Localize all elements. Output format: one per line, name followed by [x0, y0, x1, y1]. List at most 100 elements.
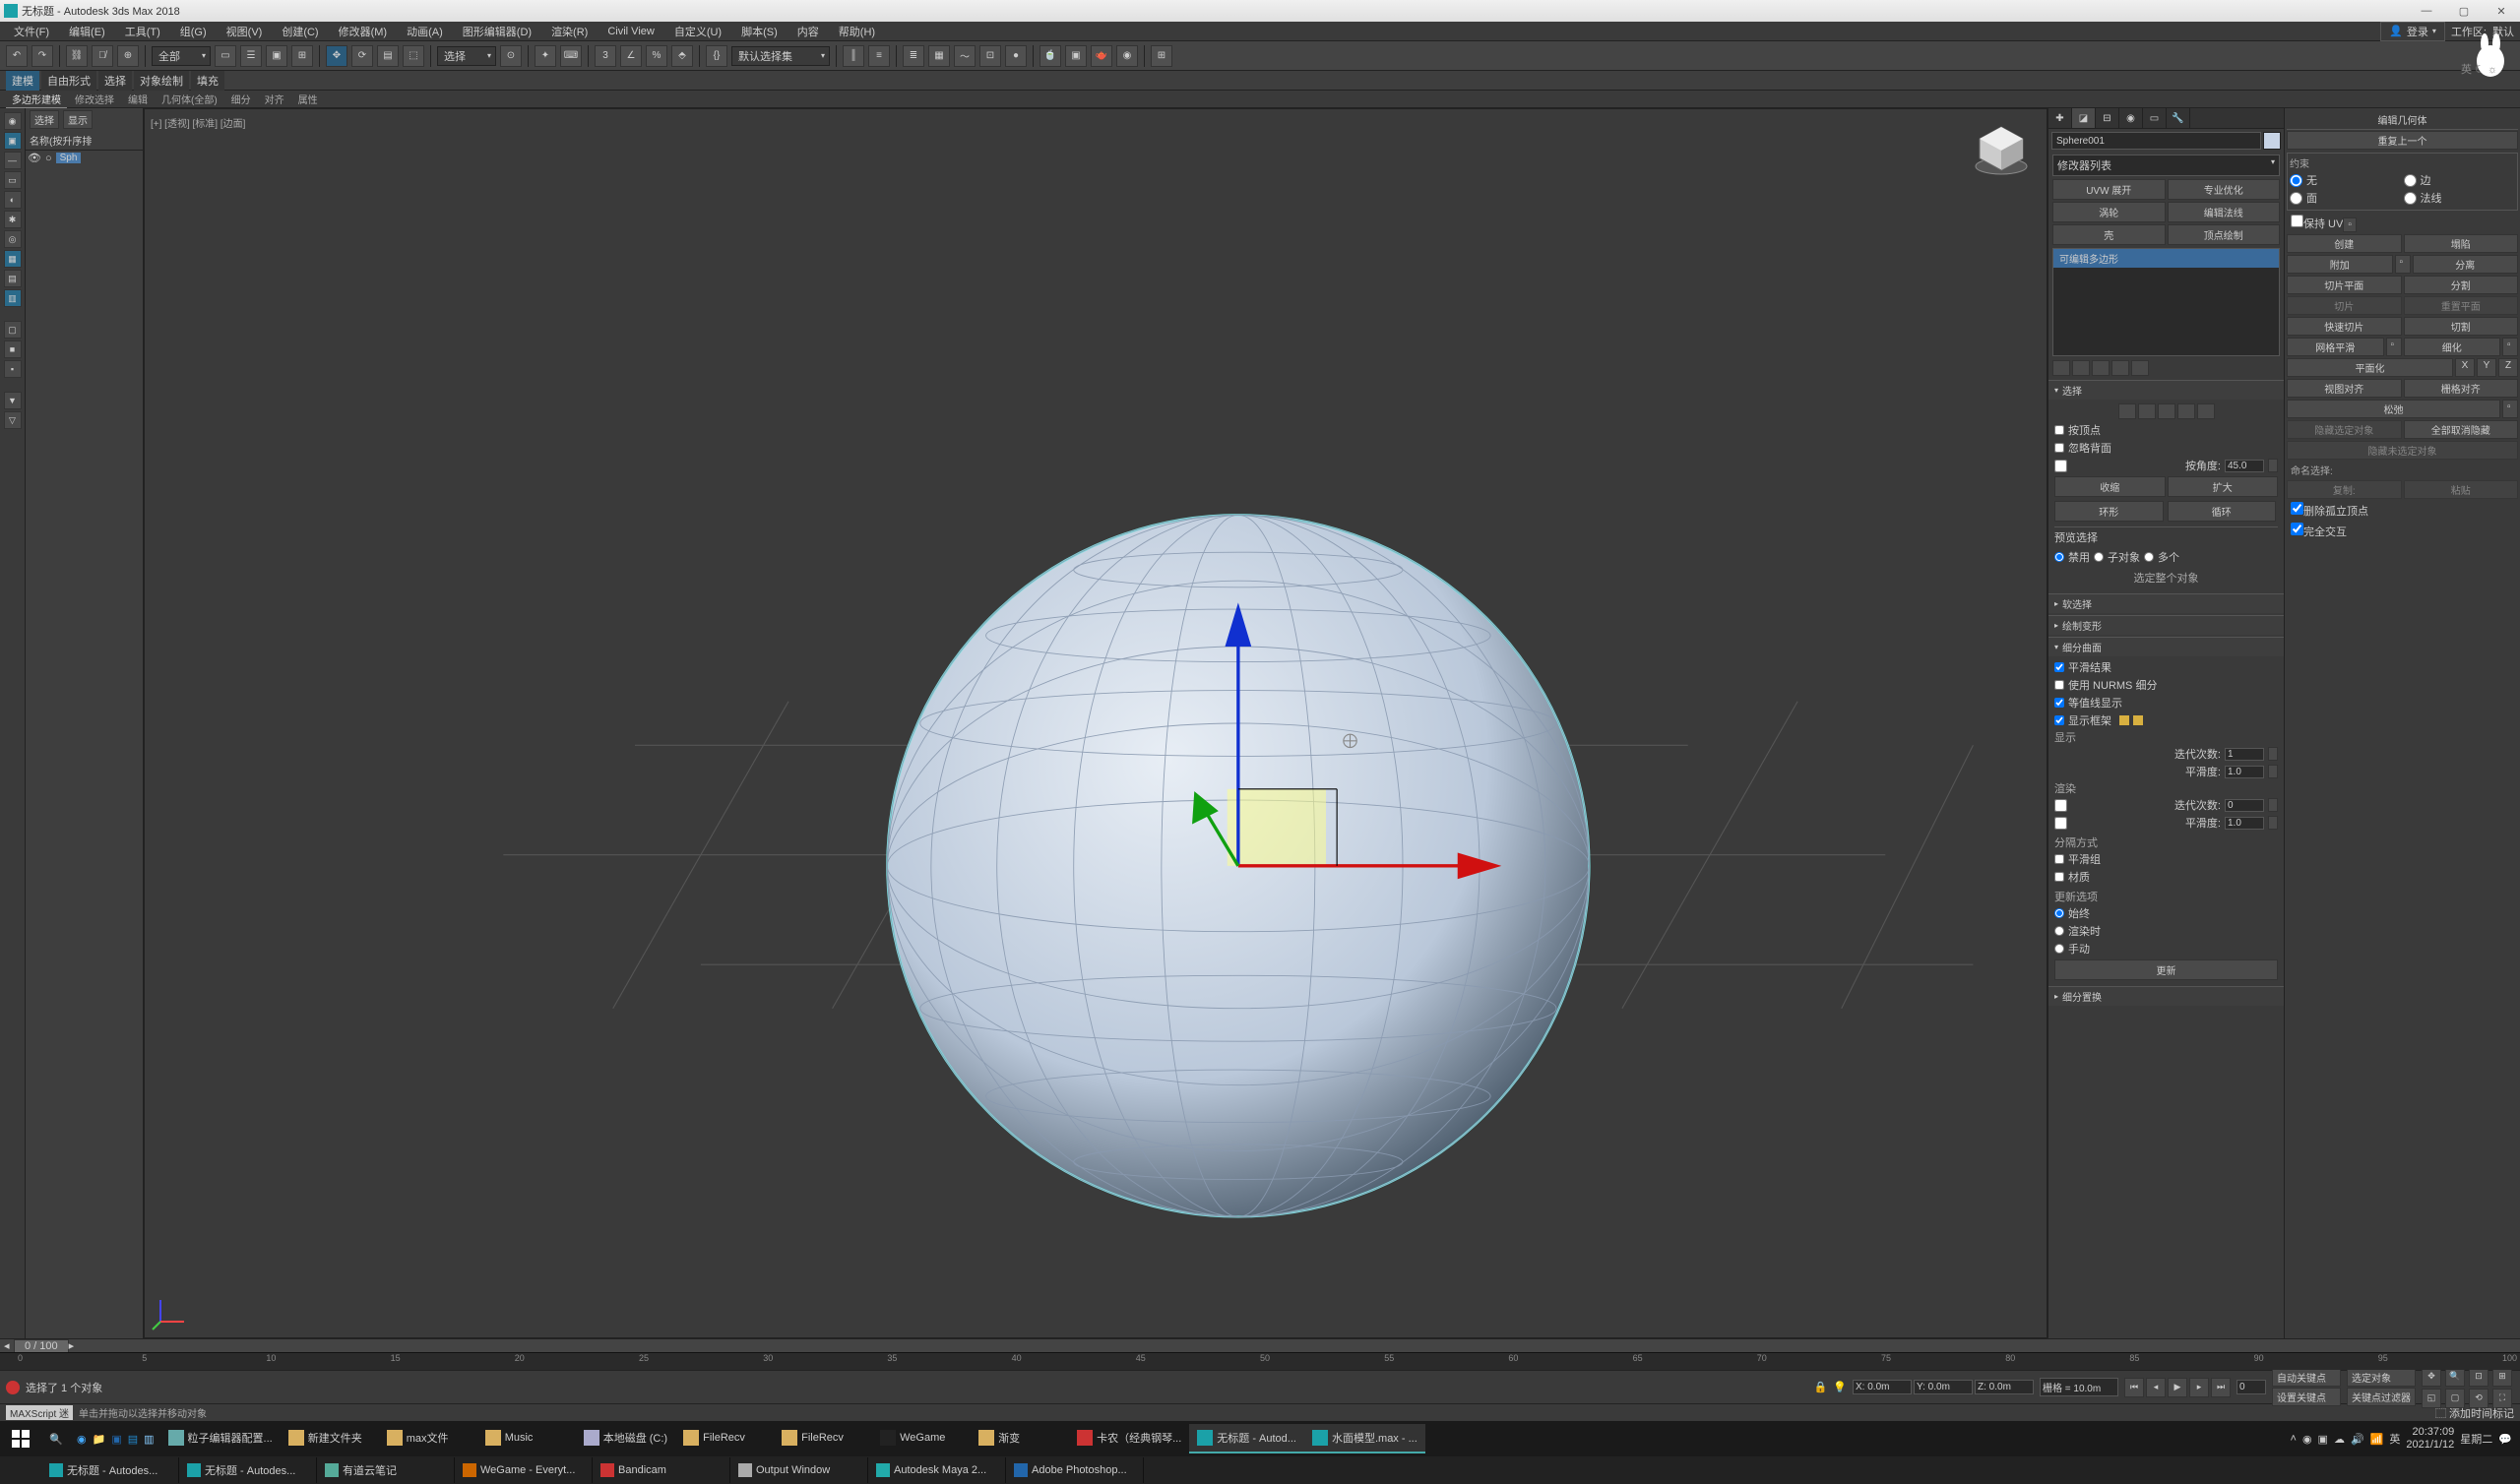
- expand-icon[interactable]: ○: [45, 153, 52, 164]
- sep-mat[interactable]: [2054, 872, 2064, 882]
- menu-civilview[interactable]: Civil View: [599, 24, 662, 39]
- taskbar-item[interactable]: 卡农（经典钢琴...: [1069, 1424, 1189, 1453]
- con-face[interactable]: [2290, 192, 2302, 205]
- so-poly[interactable]: [2177, 403, 2195, 419]
- select-button[interactable]: ▭: [215, 45, 236, 67]
- nurms-check[interactable]: [2054, 680, 2064, 690]
- mirror-button[interactable]: ║: [843, 45, 864, 67]
- loop-button[interactable]: 循环: [2168, 501, 2277, 522]
- mod-shell[interactable]: 壳: [2052, 224, 2166, 245]
- taskbar-item[interactable]: 粒子编辑器配置...: [160, 1424, 281, 1453]
- search-button[interactable]: 🔍: [41, 1421, 71, 1456]
- cut-btn[interactable]: 切割: [2404, 317, 2519, 336]
- edit-named-sel-button[interactable]: {}: [706, 45, 727, 67]
- menu-edit[interactable]: 编辑(E): [61, 22, 113, 41]
- isoline-check[interactable]: [2054, 698, 2064, 708]
- tray-icon-5[interactable]: 📶: [2370, 1433, 2384, 1446]
- close-button[interactable]: ✕: [2487, 5, 2516, 18]
- gridalign-btn[interactable]: 栅格对齐: [2404, 379, 2519, 398]
- tab-subdiv[interactable]: 细分: [225, 91, 257, 107]
- tab-props[interactable]: 属性: [292, 91, 324, 107]
- login-button[interactable]: 👤 登录 ▾: [2380, 22, 2445, 41]
- ribbon-paint[interactable]: 对象绘制: [134, 71, 189, 91]
- render-iter-button[interactable]: ◉: [1116, 45, 1138, 67]
- tb-note-icon[interactable]: ▥: [144, 1433, 154, 1446]
- menu-group[interactable]: 组(G): [172, 22, 215, 41]
- selset-button[interactable]: 选定对象: [2347, 1368, 2416, 1387]
- tray-up[interactable]: ˄: [2291, 1433, 2297, 1445]
- tray-icon-4[interactable]: 🔊: [2351, 1433, 2364, 1446]
- taskbar-item[interactable]: 本地磁盘 (C:): [576, 1424, 675, 1453]
- stack-editpoly[interactable]: 可编辑多边形: [2053, 249, 2279, 268]
- planar-btn[interactable]: 平面化: [2287, 358, 2453, 377]
- cmd-create-tab[interactable]: ✚: [2048, 108, 2072, 128]
- menu-views[interactable]: 视图(V): [219, 22, 271, 41]
- lock-icon[interactable]: 🔒: [1814, 1381, 1828, 1393]
- se-header[interactable]: 名称(按升序排: [26, 131, 143, 151]
- cmd-hierarchy-tab[interactable]: ⊟: [2096, 108, 2119, 128]
- quickslice-btn[interactable]: 快速切片: [2287, 317, 2402, 336]
- menu-rendering[interactable]: 渲染(R): [543, 22, 596, 41]
- maximize-button[interactable]: ▢: [2449, 5, 2479, 18]
- cage-check[interactable]: [2054, 715, 2064, 725]
- minimize-button[interactable]: —: [2412, 5, 2441, 18]
- taskbar-item[interactable]: 无标题 - Autod...: [1189, 1424, 1304, 1453]
- taskbar-item[interactable]: 无标题 - Autodes...: [179, 1457, 317, 1483]
- ribbon-freeform[interactable]: 自由形式: [41, 71, 96, 91]
- se-btn-2[interactable]: ▣: [4, 132, 22, 150]
- placement-button[interactable]: ⬚: [403, 45, 424, 67]
- mod-turbo[interactable]: 涡轮: [2052, 202, 2166, 222]
- msmooth-btn[interactable]: 网格平滑: [2287, 338, 2384, 356]
- mod-vpaint[interactable]: 顶点绘制: [2168, 224, 2281, 245]
- viewport-label[interactable]: [+] [透视] [标准] [边面]: [151, 115, 245, 130]
- se-btn-5[interactable]: ◐: [4, 191, 22, 209]
- coord-z[interactable]: Z: 0.0m: [1975, 1380, 2034, 1394]
- tb-folder-icon[interactable]: 📁: [93, 1433, 106, 1446]
- split-btn[interactable]: 分割: [2404, 276, 2519, 294]
- tray-icon-3[interactable]: ☁: [2334, 1433, 2345, 1446]
- tb-ps-icon[interactable]: ▣: [111, 1433, 121, 1446]
- coord-x[interactable]: X: 0.0m: [1853, 1380, 1912, 1394]
- rect-region-button[interactable]: ▣: [266, 45, 287, 67]
- repeat-last[interactable]: 重复上一个: [2287, 131, 2518, 150]
- con-none[interactable]: [2290, 174, 2302, 187]
- ribbon-modeling[interactable]: 建模: [6, 71, 39, 91]
- stack-show[interactable]: [2072, 360, 2090, 376]
- redo-button[interactable]: ↷: [32, 45, 53, 67]
- start-button[interactable]: [0, 1421, 41, 1456]
- taskbar-item[interactable]: Autodesk Maya 2...: [868, 1457, 1006, 1483]
- taskbar-item[interactable]: max文件: [379, 1424, 477, 1453]
- tab-edit[interactable]: 编辑: [122, 91, 154, 107]
- create-btn[interactable]: 创建: [2287, 234, 2402, 253]
- menu-create[interactable]: 创建(C): [274, 22, 326, 41]
- extra-button[interactable]: ⊞: [1151, 45, 1172, 67]
- mod-pro[interactable]: 专业优化: [2168, 179, 2281, 200]
- ignoreback-check[interactable]: [2054, 443, 2064, 453]
- se-btn-14[interactable]: ▼: [4, 392, 22, 409]
- play-button[interactable]: ▶: [2168, 1378, 2187, 1397]
- unhide-btn[interactable]: 全部取消隐藏: [2404, 420, 2519, 439]
- layers-button[interactable]: ≣: [903, 45, 924, 67]
- sliceplane-btn[interactable]: 切片平面: [2287, 276, 2402, 294]
- tb-edge-icon[interactable]: ◉: [77, 1433, 87, 1446]
- scale-button[interactable]: ▤: [377, 45, 399, 67]
- se-btn-4[interactable]: ▭: [4, 171, 22, 189]
- percent-snap-button[interactable]: %: [646, 45, 667, 67]
- selection-filter[interactable]: 全部: [152, 46, 211, 66]
- pivot-button[interactable]: ⊙: [500, 45, 522, 67]
- so-vertex[interactable]: [2118, 403, 2136, 419]
- stack-unique[interactable]: [2092, 360, 2110, 376]
- taskbar-item[interactable]: Adobe Photoshop...: [1006, 1457, 1144, 1483]
- stack-pin[interactable]: [2052, 360, 2070, 376]
- snap-button[interactable]: 3: [595, 45, 616, 67]
- move-button[interactable]: ✥: [326, 45, 347, 67]
- taskbar-item[interactable]: 渐变: [971, 1424, 1069, 1453]
- cage-color2[interactable]: [2133, 715, 2143, 725]
- upd-render[interactable]: [2054, 926, 2064, 936]
- se-select-mode[interactable]: 选择: [30, 110, 59, 129]
- spinner-snap-button[interactable]: ⬘: [671, 45, 693, 67]
- tab-align[interactable]: 对齐: [259, 91, 290, 107]
- viewcube[interactable]: [1972, 119, 2031, 178]
- scene-node[interactable]: Sph: [56, 153, 82, 163]
- menu-grapheditors[interactable]: 图形编辑器(D): [455, 22, 539, 41]
